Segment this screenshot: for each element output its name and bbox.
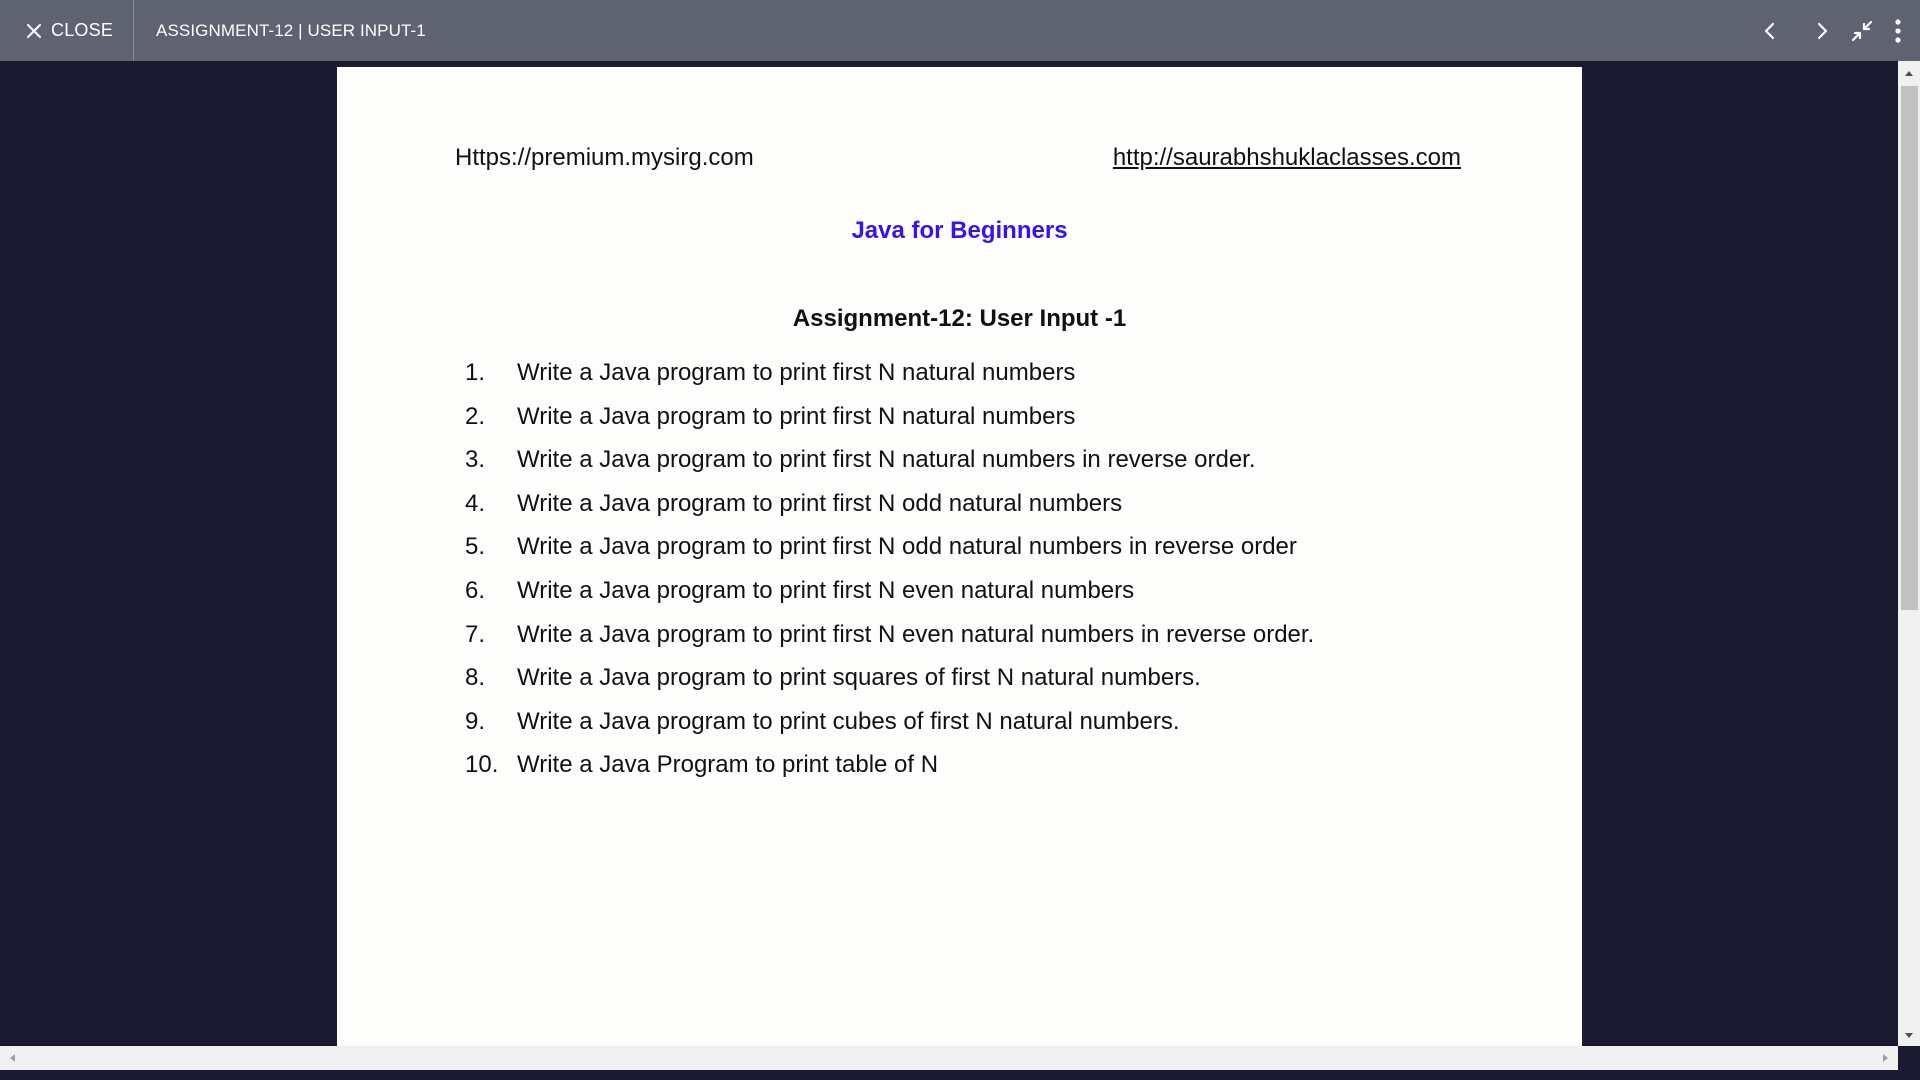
viewer-toolbar: CLOSE ASSIGNMENT-12 | USER INPUT-1 [0, 0, 1920, 61]
horizontal-scrollbar[interactable] [0, 1046, 1898, 1070]
item-number: 9. [465, 707, 486, 735]
item-text: Write a Java Program to print table of N [517, 751, 939, 779]
item-number: 6. [465, 576, 486, 604]
site-url-left: Https://premium.mysirg.com [455, 144, 754, 171]
scroll-right-button[interactable] [1876, 1046, 1896, 1070]
item-number: 4. [465, 489, 486, 517]
item-number: 10. [465, 751, 499, 779]
list-item: 10. Write a Java Program to print table o… [465, 751, 1314, 795]
bottom-edge [0, 1070, 1920, 1080]
arrow-left-icon [10, 1054, 15, 1062]
item-text: Write a Java program to print first N od… [517, 533, 1297, 561]
list-item: 3. Write a Java program to print first N … [465, 446, 1314, 490]
item-text: Write a Java program to print first N na… [517, 359, 1076, 386]
more-vert-icon [1895, 18, 1901, 43]
scroll-left-button[interactable] [2, 1046, 22, 1070]
close-button[interactable]: CLOSE [0, 0, 135, 61]
chevron-left-icon [1764, 22, 1775, 39]
item-number: 8. [465, 664, 486, 692]
arrow-right-icon [1883, 1054, 1888, 1062]
scroll-up-button[interactable] [1898, 63, 1920, 83]
list-item: 8. Write a Java program to print squares … [465, 664, 1314, 708]
more-options-button[interactable] [1882, 0, 1914, 61]
assignment-title: Assignment-12: User Input -1 [792, 305, 1127, 332]
arrow-down-icon [1905, 1033, 1913, 1038]
site-url-right-link[interactable]: http://saurabhshuklaclasses.com [1113, 144, 1461, 172]
item-number: 1. [465, 359, 486, 386]
vertical-scrollbar[interactable] [1898, 61, 1920, 1046]
item-text: Write a Java program to print first N od… [517, 489, 1123, 517]
item-text: Write a Java program to print first N ev… [517, 576, 1135, 604]
task-list: 1. Write a Java program to print first N … [465, 359, 1314, 795]
item-text: Write a Java program to print first N na… [517, 446, 1256, 474]
course-title: Java for Beginners [851, 217, 1068, 244]
close-icon [27, 23, 41, 38]
item-number: 3. [465, 446, 486, 474]
arrow-up-icon [1905, 71, 1913, 76]
list-item: 2. Write a Java program to print first N … [465, 403, 1314, 447]
close-label: CLOSE [51, 20, 114, 40]
exit-fullscreen-button[interactable] [1842, 0, 1882, 61]
item-number: 7. [465, 620, 486, 648]
vertical-scroll-thumb[interactable] [1901, 86, 1918, 610]
list-item: 1. Write a Java program to print first N … [465, 359, 1314, 403]
item-text: Write a Java program to print first N na… [517, 402, 1076, 430]
previous-button[interactable] [1750, 0, 1790, 61]
item-number: 5. [465, 533, 486, 561]
document-title: ASSIGNMENT-12 | USER INPUT-1 [156, 20, 426, 40]
list-item: 4. Write a Java program to print first N … [465, 490, 1314, 534]
item-text: Write a Java program to print cubes of f… [517, 707, 1180, 735]
list-item: 5. Write a Java program to print first N … [465, 533, 1314, 577]
list-item: 7. Write a Java program to print first N … [465, 621, 1314, 665]
chevron-right-icon [1817, 22, 1828, 39]
document-page: Https://premium.mysirg.com http://saurab… [337, 67, 1582, 1047]
scroll-down-button[interactable] [1898, 1026, 1920, 1046]
item-text: Write a Java program to print squares of… [517, 664, 1201, 692]
document-viewer: Https://premium.mysirg.com http://saurab… [0, 61, 1920, 1080]
list-item: 6. Write a Java program to print first N … [465, 577, 1314, 621]
item-number: 2. [465, 402, 486, 430]
list-item: 9. Write a Java program to print cubes of… [465, 708, 1314, 752]
next-button[interactable] [1802, 0, 1842, 61]
collapse-icon [1851, 20, 1873, 41]
item-text: Write a Java program to print first N ev… [517, 620, 1315, 648]
